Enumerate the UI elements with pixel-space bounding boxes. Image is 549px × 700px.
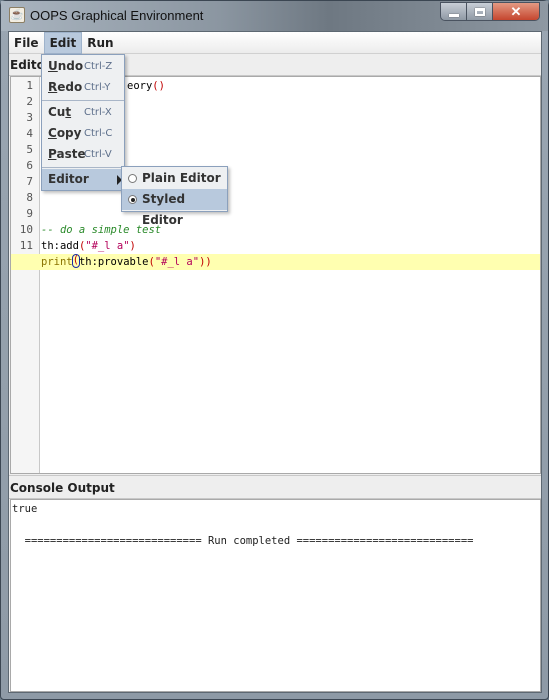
menu-item-undo[interactable]: Undo Ctrl-Z bbox=[42, 56, 124, 77]
line-number: 11 bbox=[19, 239, 33, 252]
code-text: eory bbox=[127, 80, 153, 92]
mnemonic: C bbox=[48, 126, 57, 140]
console-line: true bbox=[12, 503, 38, 515]
mnemonic: U bbox=[48, 59, 58, 73]
line-number-gutter: 1 2 3 4 5 6 7 8 9 10 11 12 bbox=[11, 77, 40, 473]
radio-unselected-icon bbox=[128, 174, 137, 183]
menu-edit[interactable]: Edit bbox=[43, 32, 83, 54]
window-title: OOPS Graphical Environment bbox=[30, 8, 204, 23]
line-number: 4 bbox=[26, 127, 33, 140]
menu-item-copy[interactable]: Copy Ctrl-C bbox=[42, 123, 124, 144]
menu-run[interactable]: Run bbox=[82, 32, 118, 54]
menu-item-redo[interactable]: Redo Ctrl-Y bbox=[42, 77, 124, 98]
line-number: 1 bbox=[26, 79, 33, 92]
menu-item-cut[interactable]: Cut Ctrl-X bbox=[42, 102, 124, 123]
line-number: 6 bbox=[26, 159, 33, 172]
shortcut-label: Ctrl-V bbox=[84, 149, 112, 160]
mnemonic: R bbox=[48, 80, 58, 94]
code-string: "#_l a" bbox=[154, 256, 200, 268]
line-number: 10 bbox=[19, 223, 33, 236]
menu-label: Plain Editor bbox=[142, 171, 221, 185]
menu-bar: File Edit Run bbox=[9, 32, 541, 54]
menu-separator bbox=[42, 100, 124, 101]
menu-item-styled-editor[interactable]: Styled Editor bbox=[122, 189, 227, 227]
code-line-11: th:add("#_l a") bbox=[41, 238, 136, 254]
menu-label: aste bbox=[56, 147, 86, 161]
menu-label: Editor bbox=[48, 172, 89, 186]
title-bar[interactable]: ☕ OOPS Graphical Environment ✕ bbox=[1, 1, 548, 31]
edit-menu-dropdown: Undo Ctrl-Z Redo Ctrl-Y Cut Ctrl-X Copy Ctrl… bbox=[41, 54, 125, 191]
code-text: th:provable bbox=[78, 256, 149, 268]
menu-label: Styled Editor bbox=[142, 192, 186, 227]
console-line: ============================ Run complet… bbox=[12, 535, 474, 547]
close-button[interactable]: ✕ bbox=[493, 3, 539, 20]
code-line-12-current: print(th:provable("#_l a")) bbox=[11, 254, 540, 270]
code-string: "#_l a" bbox=[85, 240, 130, 252]
window-controls: ✕ bbox=[440, 2, 540, 21]
menu-label: Cu bbox=[48, 105, 66, 119]
menu-item-editor[interactable]: Editor bbox=[42, 169, 124, 190]
client-area: File Edit Run Editor 1 2 3 4 5 6 7 8 9 1… bbox=[8, 31, 542, 693]
code-paren: ) bbox=[129, 240, 136, 252]
app-window: ☕ OOPS Graphical Environment ✕ File Edit… bbox=[0, 0, 549, 700]
java-cup-icon: ☕ bbox=[9, 7, 25, 23]
code-text: th:add bbox=[41, 240, 79, 252]
menu-separator bbox=[42, 167, 124, 168]
maximize-icon bbox=[474, 8, 485, 16]
minimize-icon bbox=[448, 13, 459, 17]
line-number: 2 bbox=[26, 95, 33, 108]
close-icon: ✕ bbox=[510, 4, 522, 19]
shortcut-label: Ctrl-C bbox=[84, 128, 113, 139]
menu-label: ndo bbox=[57, 59, 84, 73]
menu-file[interactable]: File bbox=[9, 32, 44, 54]
menu-label: edo bbox=[57, 80, 83, 94]
minimize-button[interactable] bbox=[441, 3, 467, 20]
mnemonic: t bbox=[65, 105, 72, 119]
menu-item-paste[interactable]: Paste Ctrl-V bbox=[42, 144, 124, 165]
code-paren: )) bbox=[199, 256, 212, 268]
menu-item-plain-editor[interactable]: Plain Editor bbox=[122, 168, 227, 189]
line-number: 8 bbox=[26, 191, 33, 204]
code-line-1: eory() bbox=[127, 78, 165, 94]
code-paren: () bbox=[152, 80, 165, 92]
maximize-button[interactable] bbox=[467, 3, 493, 20]
console-output[interactable]: true ============================ Run co… bbox=[10, 499, 541, 692]
editor-submenu: Plain Editor Styled Editor bbox=[121, 166, 228, 227]
line-number: 3 bbox=[26, 111, 33, 124]
line-number: 7 bbox=[26, 175, 33, 188]
shortcut-label: Ctrl-Y bbox=[84, 82, 111, 93]
menu-label: opy bbox=[56, 126, 82, 140]
shortcut-label: Ctrl-Z bbox=[84, 61, 113, 72]
line-number: 5 bbox=[26, 143, 33, 156]
line-number: 9 bbox=[26, 207, 33, 220]
console-header: Console Output bbox=[9, 475, 541, 499]
radio-selected-icon bbox=[128, 195, 137, 204]
shortcut-label: Ctrl-X bbox=[84, 107, 112, 118]
code-keyword: print bbox=[41, 256, 73, 268]
